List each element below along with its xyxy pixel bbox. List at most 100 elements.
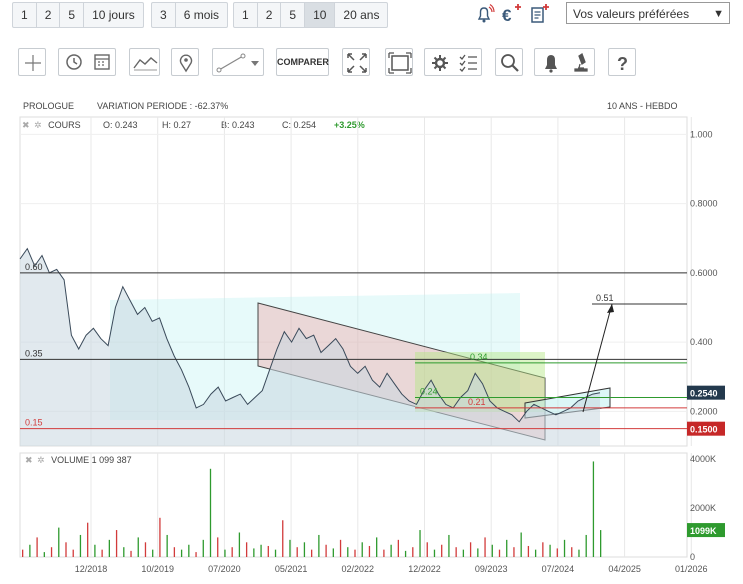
- close-pane-icon[interactable]: ✖: [25, 455, 33, 465]
- price-legend: ✖ ✲ COURS: [22, 120, 81, 131]
- period-button-10-years[interactable]: 10: [305, 3, 336, 27]
- fullscreen-icon[interactable]: [385, 48, 413, 76]
- price-tag-label: 0.2540: [690, 389, 718, 399]
- volume-bar: [354, 549, 356, 557]
- legend-open: O: 0.243: [103, 120, 138, 130]
- volume-bar: [441, 544, 443, 557]
- volume-bar: [534, 549, 537, 557]
- volume-bar: [325, 544, 327, 557]
- x-tick-label: 02/2022: [342, 564, 375, 574]
- crosshair-tool-button[interactable]: [18, 48, 46, 76]
- history-tool-button[interactable]: [58, 48, 116, 76]
- level-label: 0.21: [468, 397, 486, 407]
- x-tick-label: 07/2024: [542, 564, 575, 574]
- x-tick-label: 10/2019: [141, 564, 174, 574]
- volume-bar: [412, 547, 414, 557]
- volume-bar: [469, 542, 472, 557]
- volume-bar: [289, 539, 291, 557]
- volume-tick-label: 0: [690, 552, 695, 562]
- y-tick-label: 0.8000: [690, 199, 718, 209]
- legend-close: C: 0.254: [282, 120, 317, 130]
- price-chart[interactable]: 0.60 0.35 0.15 0.34 0.24 0.21 0.51 0.2540 0.1500…: [0, 0, 743, 584]
- x-tick-label: 12/2022: [408, 564, 441, 574]
- volume-bar: [455, 547, 457, 557]
- volume-bar: [571, 547, 573, 557]
- period-button-3-months[interactable]: 3: [152, 3, 176, 27]
- forecast-arrow: [582, 303, 613, 413]
- volume-bar: [462, 549, 465, 557]
- period-button-5-years[interactable]: 5: [281, 3, 306, 27]
- volume-bar: [58, 527, 60, 557]
- period-button-10-days[interactable]: 10 jours: [84, 3, 143, 27]
- fibonacci-zone: [110, 293, 520, 420]
- support-zone: [415, 352, 545, 412]
- period-label: 10 ANS - HEBDO: [607, 101, 678, 111]
- document-add-icon[interactable]: [529, 3, 551, 25]
- legend-cours: COURS: [48, 120, 81, 130]
- volume-bar: [578, 549, 580, 557]
- gear-icon[interactable]: ✲: [34, 120, 42, 130]
- gear-icon[interactable]: ✲: [37, 455, 45, 465]
- volume-bar: [282, 520, 284, 557]
- volume-bar: [383, 549, 385, 557]
- help-icon[interactable]: ?: [608, 48, 636, 76]
- period-group-years: 1 2 5 10 20 ans: [233, 2, 389, 28]
- chart-type-button[interactable]: [129, 48, 160, 76]
- volume-bar: [173, 547, 176, 557]
- period-group-days: 1 2 5 10 jours: [12, 2, 144, 28]
- x-tick-label: 05/2021: [275, 564, 308, 574]
- volume-bar: [376, 537, 378, 557]
- y-tick-label: 1.000: [690, 129, 713, 139]
- period-button-2-years[interactable]: 2: [258, 3, 282, 27]
- price-tag: [687, 421, 725, 436]
- settings-toolbar-button[interactable]: [424, 48, 482, 76]
- period-group-months: 3 6 mois: [151, 2, 229, 28]
- volume-bar: [159, 517, 161, 557]
- volume-bar: [585, 534, 587, 557]
- volume-bar: [361, 542, 363, 557]
- currency-euro-add-icon[interactable]: €: [500, 3, 522, 25]
- volume-bar: [484, 537, 486, 557]
- search-icon[interactable]: [495, 48, 523, 76]
- draw-line-tool-button[interactable]: [212, 48, 264, 76]
- volume-bar: [94, 544, 96, 557]
- volume-bar: [368, 545, 371, 557]
- volume-bar: [296, 547, 298, 557]
- alert-bell-icon[interactable]: [473, 3, 495, 25]
- volume-bar: [166, 534, 168, 557]
- volume-bar: [115, 530, 118, 557]
- volume-bar: [513, 547, 515, 557]
- volume-bar: [209, 468, 212, 557]
- volume-bar: [87, 522, 89, 557]
- volume-bar: [253, 548, 255, 557]
- alert-tools-button[interactable]: [534, 48, 595, 76]
- period-button-2-days[interactable]: 2: [37, 3, 61, 27]
- favorites-select[interactable]: Vos valeurs préférées ▼: [566, 2, 730, 24]
- volume-bar: [347, 547, 349, 557]
- period-button-6-months[interactable]: 6 mois: [176, 3, 227, 27]
- pin-marker-button[interactable]: [171, 48, 199, 76]
- price-tag-label: 0.1500: [690, 425, 718, 435]
- volume-bar: [419, 530, 421, 557]
- volume-bar: [390, 544, 392, 557]
- volume-bar: [498, 549, 501, 557]
- legend-change: +3.25%: [334, 120, 365, 130]
- period-button-1-day[interactable]: 1: [13, 3, 37, 27]
- compare-button[interactable]: COMPARER: [276, 48, 329, 76]
- volume-bar: [217, 537, 219, 557]
- level-label: 0.34: [470, 352, 488, 362]
- x-tick-label: 09/2023: [475, 564, 508, 574]
- period-button-1-year[interactable]: 1: [234, 3, 258, 27]
- expand-icon[interactable]: [342, 48, 370, 76]
- volume-bar: [231, 547, 233, 557]
- volume-bar: [549, 544, 551, 557]
- volume-bar: [311, 549, 313, 557]
- price-area: [20, 248, 600, 446]
- close-pane-icon[interactable]: ✖: [22, 120, 30, 130]
- period-button-20-years[interactable]: 20 ans: [335, 3, 387, 27]
- volume-bar: [137, 537, 139, 557]
- x-tick-label: 12/2018: [75, 564, 108, 574]
- volume-bar: [152, 549, 154, 557]
- period-button-5-days[interactable]: 5: [60, 3, 85, 27]
- period-variation: VARIATION PERIODE : -62.37%: [97, 101, 229, 111]
